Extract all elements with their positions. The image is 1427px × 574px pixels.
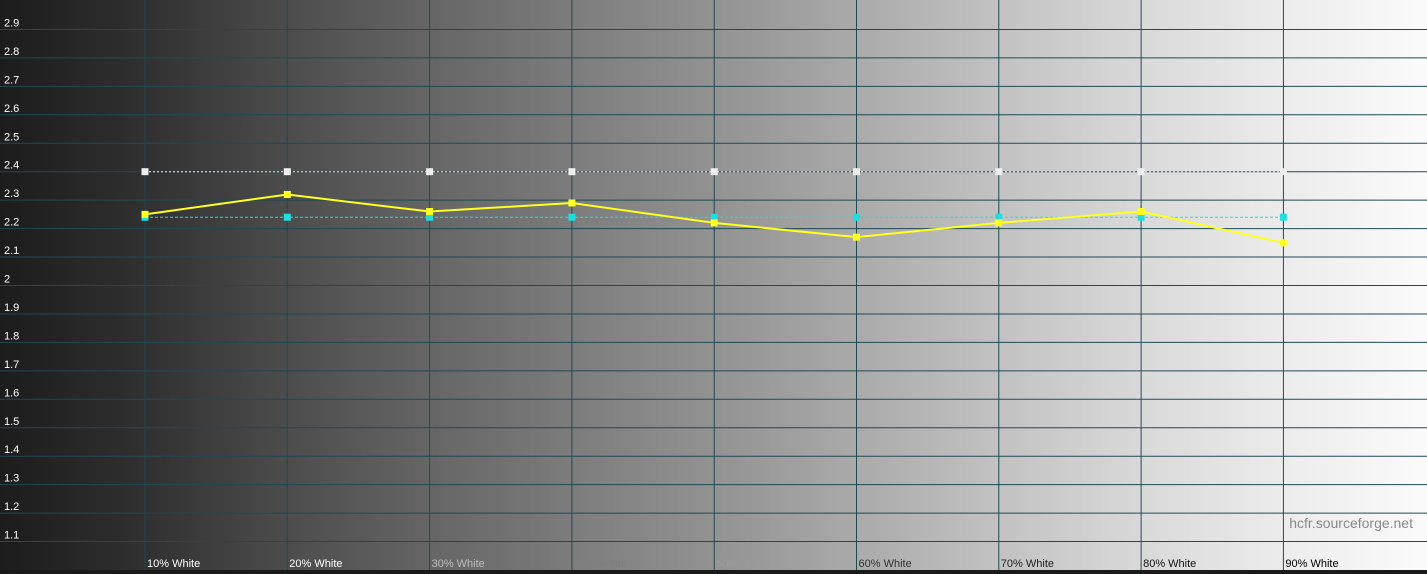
y-tick-label: 2.8	[4, 46, 19, 58]
y-tick-label: 2.5	[4, 131, 19, 143]
data-point	[1279, 213, 1287, 221]
bottom-border	[0, 570, 1427, 574]
y-tick-label: 1.7	[4, 359, 19, 371]
x-tick-label: 90% White	[1285, 558, 1338, 570]
data-point	[426, 168, 434, 176]
data-point	[141, 210, 149, 218]
x-tick-label: 80% White	[1143, 558, 1196, 570]
x-tick-label: 30% White	[432, 558, 485, 570]
data-point	[426, 208, 434, 216]
data-point	[1137, 168, 1145, 176]
y-tick-label: 1.4	[4, 444, 19, 456]
data-point	[853, 168, 860, 176]
data-point	[283, 168, 291, 176]
y-tick-label: 1.3	[4, 473, 19, 485]
x-axis-ticks: 10% White 20% White 30% White 40% White 50% …	[147, 558, 1339, 570]
data-point	[568, 168, 576, 176]
data-point	[853, 233, 860, 241]
watermark: hcfr.sourceforge.net	[1289, 515, 1413, 531]
data-point	[995, 168, 1003, 176]
x-tick-label: 60% White	[859, 558, 912, 570]
data-point	[710, 168, 718, 176]
data-point	[710, 219, 718, 227]
data-point	[141, 168, 149, 176]
data-point	[1137, 208, 1145, 216]
gamma-chart: 1.1 1.2 1.3 1.4 1.5 1.6 1.7 1.8 1.9 2 2.1 2.2 2.3 2.4…	[0, 0, 1427, 574]
y-tick-label: 2.1	[4, 245, 19, 257]
data-point	[995, 219, 1003, 227]
data-point	[568, 213, 576, 221]
chart-svg: 1.1 1.2 1.3 1.4 1.5 1.6 1.7 1.8 1.9 2 2.1 2.2 2.3 2.4…	[0, 0, 1427, 570]
data-point	[283, 190, 291, 198]
data-point	[568, 199, 576, 207]
y-tick-label: 2.4	[4, 160, 19, 172]
y-tick-label: 1.6	[4, 387, 19, 399]
x-tick-label: 20% White	[289, 558, 342, 570]
x-tick-label: 10% White	[147, 558, 200, 570]
y-tick-label: 2	[4, 274, 10, 286]
data-point	[1279, 168, 1287, 176]
y-tick-label: 1.1	[4, 530, 19, 542]
y-tick-label: 1.9	[4, 302, 19, 314]
y-tick-label: 1.2	[4, 501, 19, 513]
y-tick-label: 2.3	[4, 188, 19, 200]
y-tick-label: 2.6	[4, 103, 19, 115]
data-point	[283, 213, 291, 221]
y-tick-label: 1.5	[4, 416, 19, 428]
x-tick-label: 70% White	[1001, 558, 1054, 570]
data-point	[1279, 239, 1287, 247]
x-tick-label: 50% White	[716, 558, 769, 570]
data-point	[853, 213, 860, 221]
x-tick-label: 40% White	[574, 558, 627, 570]
y-tick-label: 1.8	[4, 330, 19, 342]
y-tick-label: 2.7	[4, 74, 19, 86]
y-tick-label: 2.9	[4, 17, 19, 29]
y-tick-label: 2.2	[4, 217, 19, 229]
